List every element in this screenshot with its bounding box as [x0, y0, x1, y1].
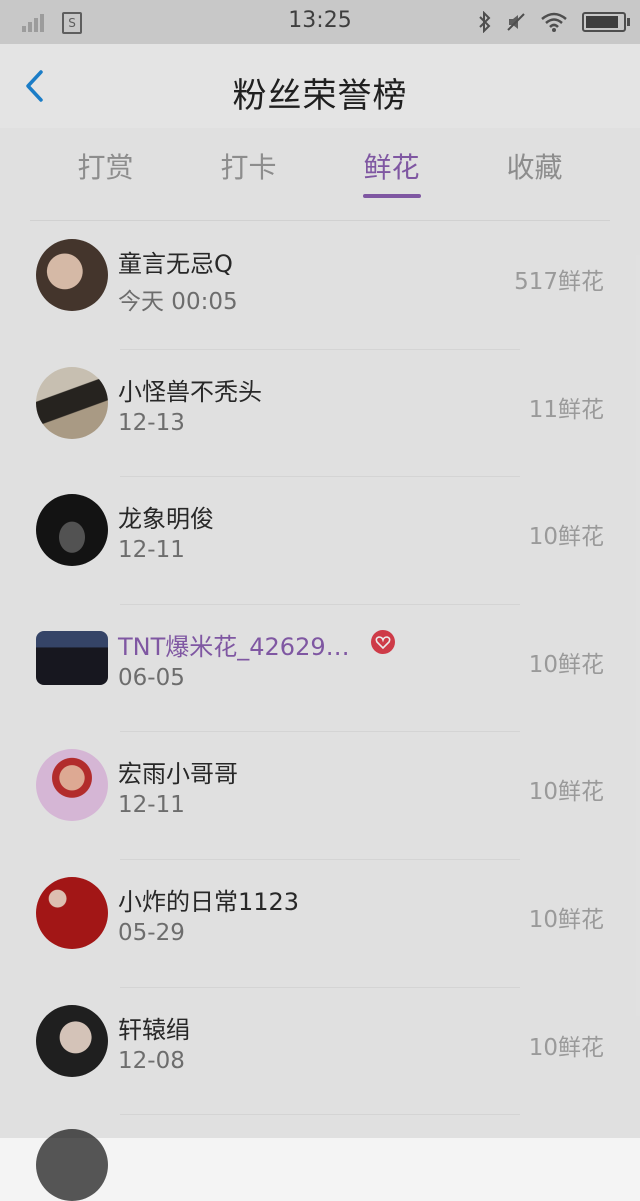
status-icons [478, 10, 630, 34]
avatar[interactable] [36, 630, 108, 685]
flower-count: 10鲜花 [528, 651, 604, 678]
wifi-icon [541, 12, 567, 32]
flower-count: 10鲜花 [528, 779, 604, 806]
user-name[interactable]: 小怪兽不秃头 [118, 372, 262, 407]
list-item[interactable]: TNT爆米花_42629… 06-05 10鲜花 [0, 605, 640, 733]
tab-reward[interactable]: 打赏 [34, 128, 177, 200]
flower-count: 11鲜花 [528, 396, 604, 423]
date: 12-08 [118, 1047, 185, 1074]
list-item[interactable]: 轩辕绢 12-08 10鲜花 [0, 988, 640, 1116]
user-name[interactable]: 轩辕绢 [118, 1010, 190, 1045]
battery-icon [582, 12, 630, 32]
page-title: 粉丝荣誉榜 [232, 76, 408, 116]
list-item[interactable]: 小怪兽不秃头 12-13 11鲜花 [0, 350, 640, 478]
avatar[interactable] [36, 876, 108, 949]
user-name[interactable]: 童言无忌Q [118, 244, 233, 279]
avatar[interactable] [36, 749, 108, 822]
date: 05-29 [118, 919, 185, 946]
tab-flowers[interactable]: 鲜花 [320, 128, 463, 200]
avatar[interactable] [36, 1004, 108, 1077]
mute-icon [507, 13, 525, 31]
tab-bar: 打赏 打卡 鲜花 收藏 [34, 128, 606, 200]
list-item[interactable] [0, 1115, 640, 1201]
tab-checkin[interactable]: 打卡 [177, 128, 320, 200]
list-item[interactable]: 宏雨小哥哥 12-11 10鲜花 [0, 732, 640, 860]
date: 12-13 [118, 409, 185, 436]
flower-count: 517鲜花 [514, 269, 604, 295]
date: 06-05 [118, 664, 185, 691]
user-name[interactable]: 宏雨小哥哥 [118, 754, 238, 789]
date: 12-11 [118, 792, 185, 819]
status-bar: S 13:25 [0, 0, 640, 44]
bluetooth-icon [479, 11, 491, 33]
user-name[interactable]: TNT爆米花_42629… [118, 627, 350, 662]
list-item[interactable]: 童言无忌Q 今天 00:05 517鲜花 [0, 222, 640, 350]
avatar[interactable] [36, 239, 108, 311]
avatar[interactable] [36, 366, 108, 439]
header: 粉丝荣誉榜 [0, 44, 640, 128]
avatar[interactable] [36, 1129, 108, 1201]
date: 今天 00:05 [118, 289, 238, 315]
vip-heart-icon [371, 629, 395, 654]
flower-count: 10鲜花 [528, 906, 604, 933]
avatar[interactable] [36, 494, 108, 567]
flower-count: 10鲜花 [528, 524, 604, 551]
date: 12-11 [118, 537, 185, 564]
tab-favorites[interactable]: 收藏 [463, 128, 606, 200]
fan-list: 童言无忌Q 今天 00:05 517鲜花 小怪兽不秃头 12-13 11鲜花 龙… [0, 222, 640, 1115]
list-item[interactable]: 龙象明俊 12-11 10鲜花 [0, 477, 640, 605]
user-name[interactable]: 小炸的日常1123 [118, 882, 299, 917]
divider [30, 220, 610, 221]
list-item[interactable]: 小炸的日常1123 05-29 10鲜花 [0, 860, 640, 988]
flower-count: 10鲜花 [528, 1034, 604, 1061]
user-name[interactable]: 龙象明俊 [118, 499, 214, 534]
battery-level [586, 16, 618, 28]
